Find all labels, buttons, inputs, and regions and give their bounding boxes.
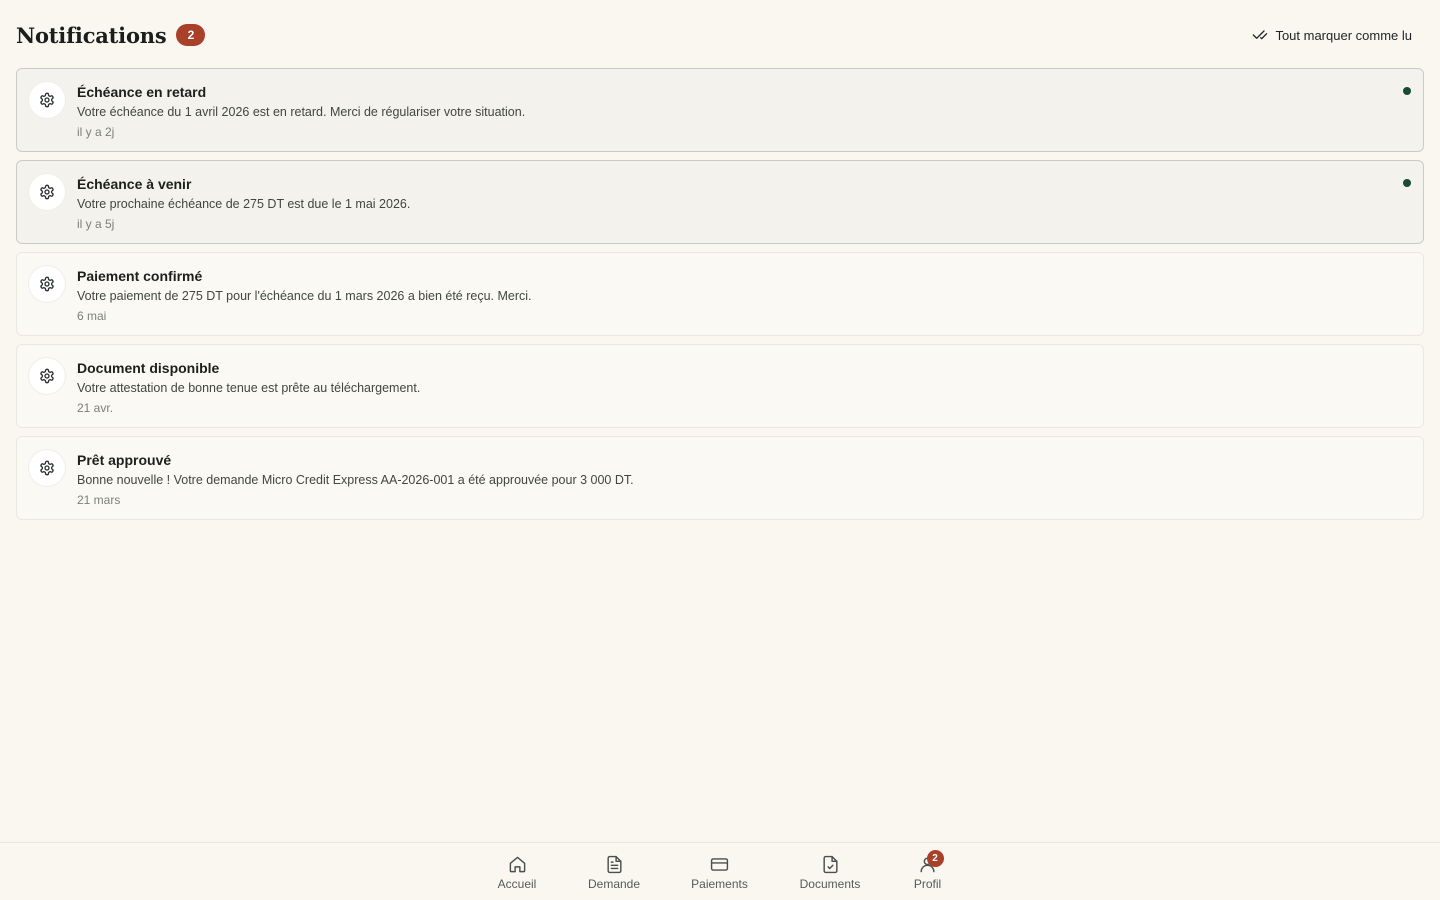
nav-item-profil[interactable]: 2 Profil — [881, 843, 975, 900]
bottom-nav: Accueil Demande Paiements Documents 2 Pr… — [0, 842, 1440, 900]
gear-icon — [40, 92, 54, 108]
notification-icon-wrap — [29, 358, 65, 394]
notification-text: Votre prochaine échéance de 275 DT est d… — [77, 197, 411, 211]
nav-label: Accueil — [497, 877, 537, 891]
nav-label: Paiements — [691, 877, 748, 891]
notification-icon-wrap — [29, 82, 65, 118]
notification-list: Échéance en retard Votre échéance du 1 a… — [16, 68, 1424, 520]
notification-title: Prêt approuvé — [77, 452, 172, 468]
nav-item-accueil[interactable]: Accueil — [466, 843, 569, 900]
notification-title: Échéance à venir — [77, 176, 192, 192]
notification-content: Paiement confirmé Votre paiement de 275 … — [77, 267, 532, 324]
notification-time: il y a 2j — [77, 125, 115, 139]
mark-all-read-label: Tout marquer comme lu — [1275, 27, 1412, 43]
notification-content: Échéance à venir Votre prochaine échéanc… — [77, 175, 410, 232]
notification-icon-wrap — [29, 266, 65, 302]
mark-all-read-button[interactable]: Tout marquer comme lu — [1244, 21, 1424, 49]
notification-title: Paiement confirmé — [77, 268, 203, 284]
double-check-icon — [1253, 30, 1268, 40]
title-group: Notifications 2 — [16, 22, 206, 48]
gear-icon — [40, 184, 54, 200]
notification-title: Échéance en retard — [77, 84, 207, 100]
notification-item[interactable]: Prêt approuvé Bonne nouvelle ! Votre dem… — [16, 436, 1424, 520]
notification-content: Document disponible Votre attestation de… — [77, 359, 420, 416]
unread-count-badge: 2 — [176, 24, 206, 46]
unread-dot — [1403, 87, 1411, 95]
nav-item-paiements[interactable]: Paiements — [660, 843, 780, 900]
notification-text: Votre attestation de bonne tenue est prê… — [77, 381, 421, 395]
notification-icon-wrap — [29, 174, 65, 210]
unread-dot — [1403, 179, 1411, 187]
notification-item[interactable]: Échéance en retard Votre échéance du 1 a… — [16, 68, 1424, 152]
notification-time: 6 mai — [77, 309, 107, 323]
credit-card-icon — [710, 858, 729, 871]
gear-icon — [40, 460, 54, 476]
nav-label: Documents — [799, 877, 861, 891]
nav-item-demande[interactable]: Demande — [569, 843, 660, 900]
notification-item[interactable]: Document disponible Votre attestation de… — [16, 344, 1424, 428]
gear-icon — [40, 368, 54, 384]
page-header: Notifications 2 Tout marquer comme lu — [16, 18, 1424, 52]
notification-text: Bonne nouvelle ! Votre demande Micro Cre… — [77, 473, 634, 487]
file-check-icon — [822, 855, 838, 874]
notification-content: Prêt approuvé Bonne nouvelle ! Votre dem… — [77, 451, 634, 508]
notification-item[interactable]: Échéance à venir Votre prochaine échéanc… — [16, 160, 1424, 244]
notification-text: Votre paiement de 275 DT pour l'échéance… — [77, 289, 532, 303]
home-icon — [509, 856, 525, 873]
nav-item-documents[interactable]: Documents — [780, 843, 881, 900]
notification-content: Échéance en retard Votre échéance du 1 a… — [77, 83, 525, 140]
notification-icon-wrap — [29, 450, 65, 486]
nav-label: Demande — [587, 877, 641, 891]
nav-label: Profil — [913, 877, 942, 891]
gear-icon — [40, 276, 54, 292]
notification-text: Votre échéance du 1 avril 2026 est en re… — [77, 105, 526, 119]
notification-time: il y a 5j — [77, 217, 115, 231]
notification-title: Document disponible — [77, 360, 220, 376]
notification-time: 21 avr. — [77, 401, 114, 415]
notification-time: 21 mars — [77, 493, 121, 507]
page-title: Notifications — [16, 22, 167, 48]
profil-notification-badge: 2 — [926, 849, 944, 867]
notification-item[interactable]: Paiement confirmé Votre paiement de 275 … — [16, 252, 1424, 336]
file-text-icon — [606, 855, 622, 874]
